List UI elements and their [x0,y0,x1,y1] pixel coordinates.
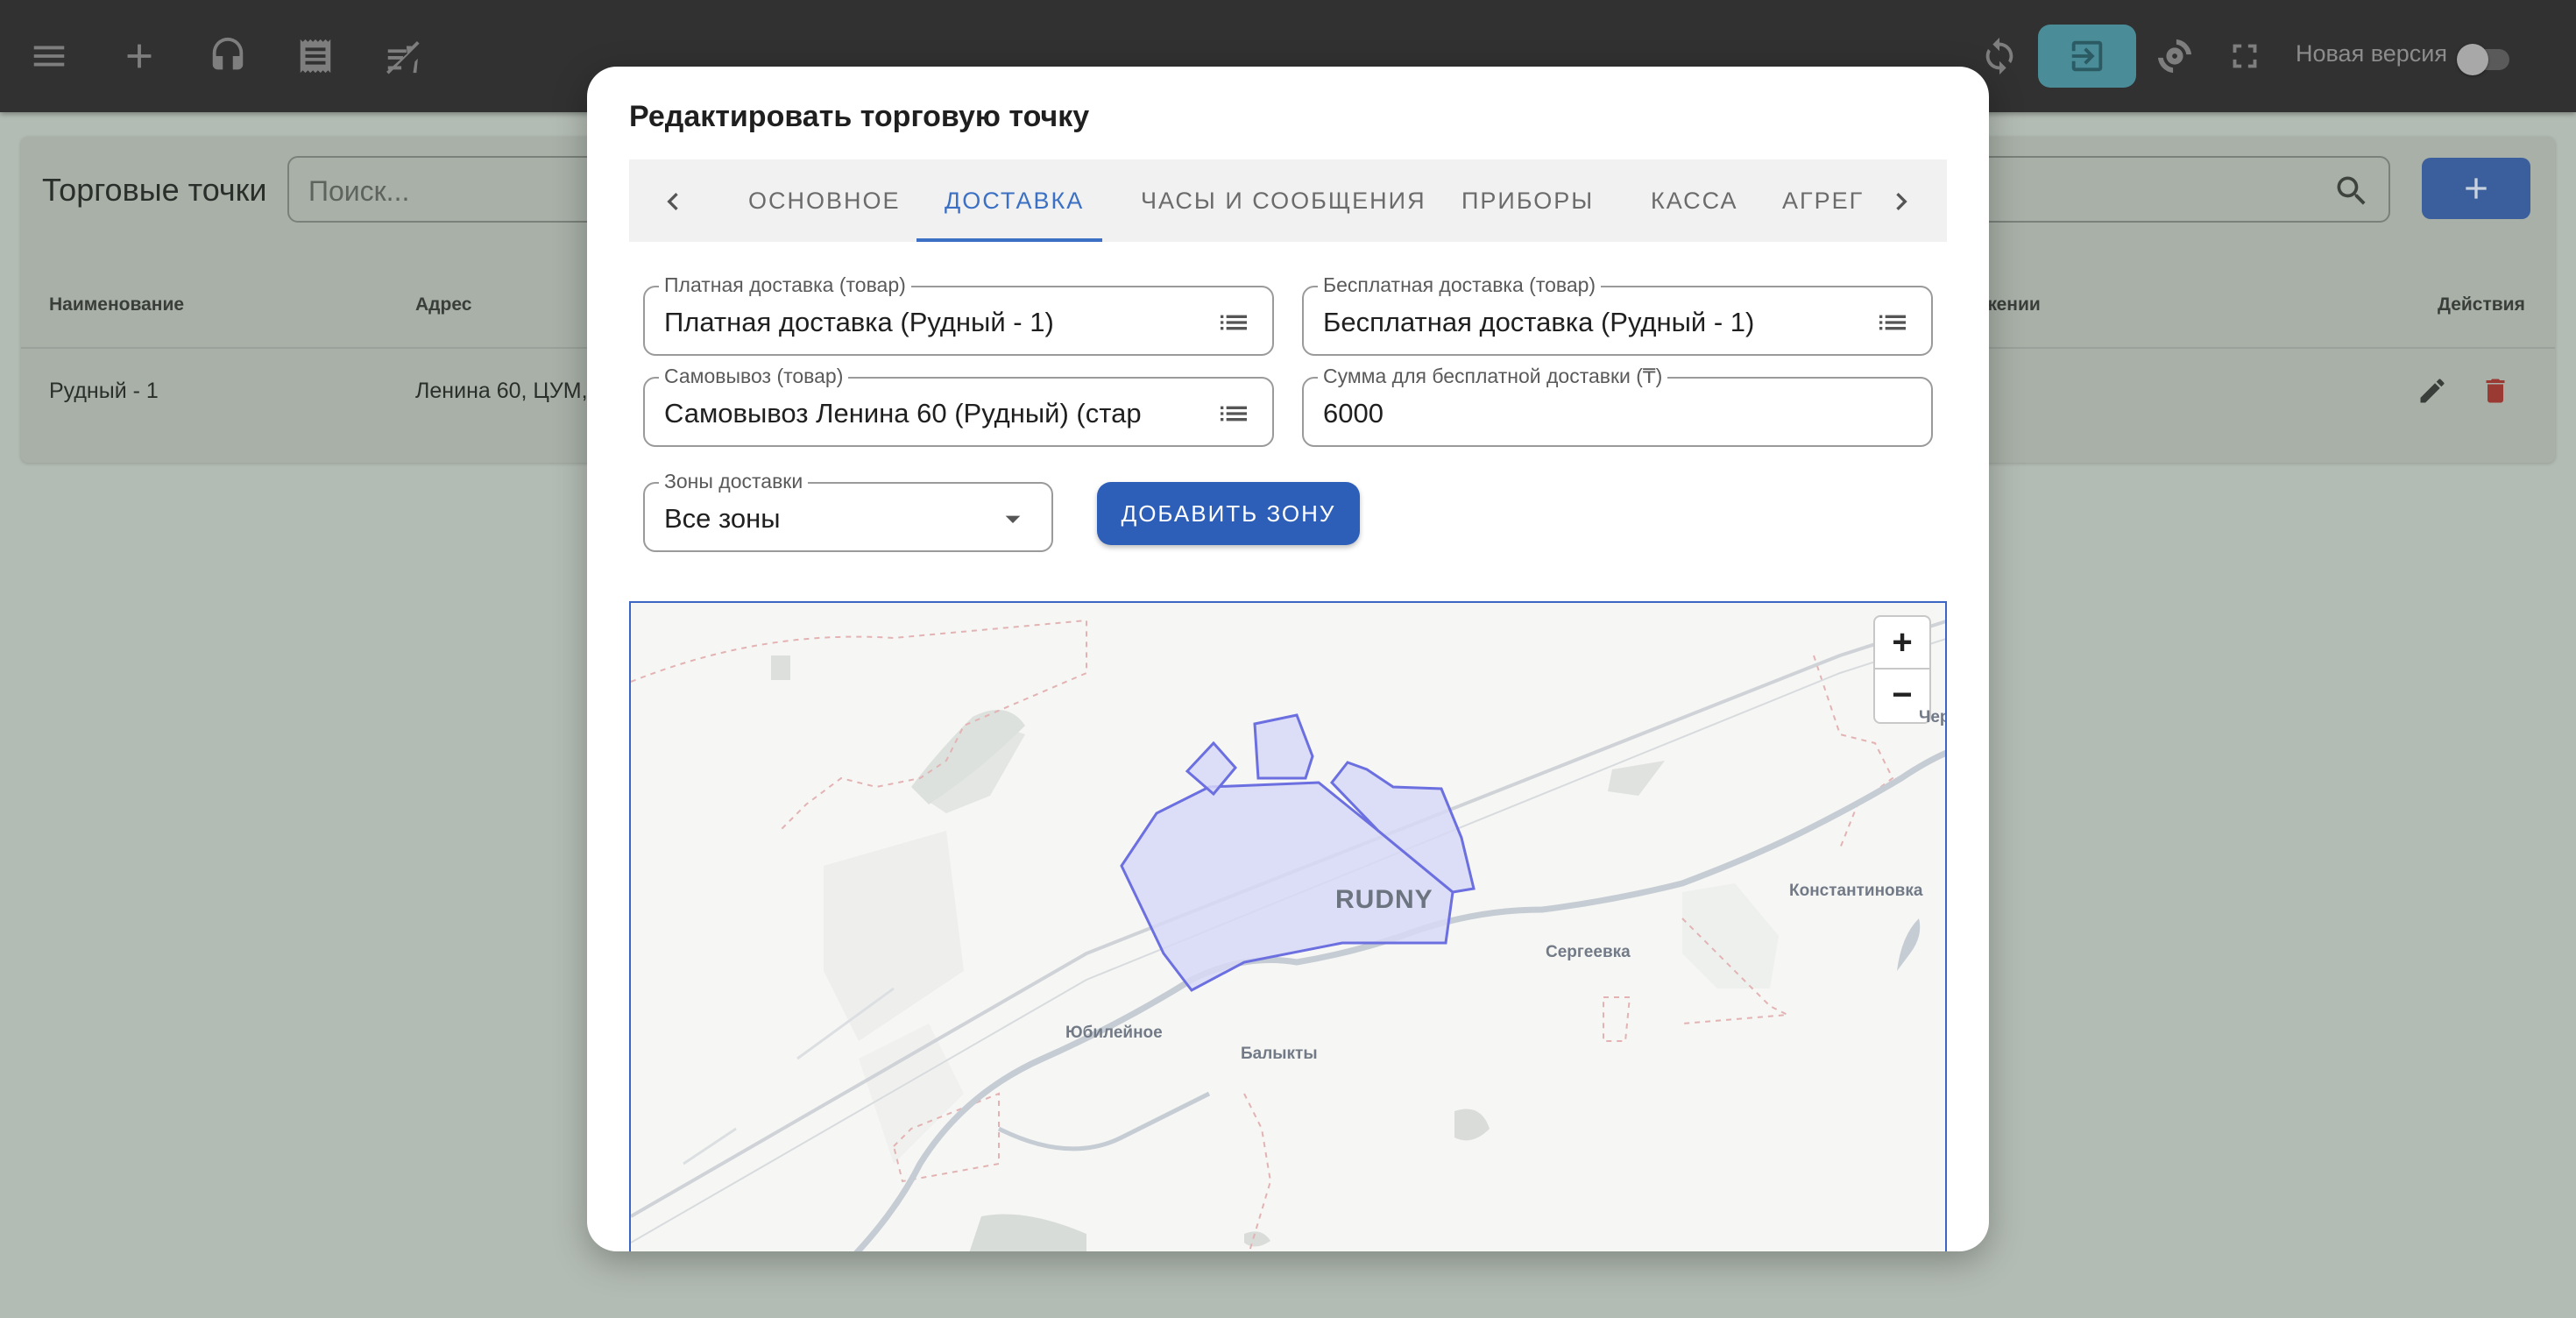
paid-delivery-value: Платная доставка (Рудный - 1) [664,307,1054,337]
delivery-map[interactable]: + − RUDNY Константиновка Сергеевка Юбиле… [629,601,1947,1251]
free-delivery-threshold-field[interactable]: Сумма для бесплатной доставки (₸) 6000 [1302,365,1933,447]
receipt-icon[interactable] [291,32,340,81]
headset-icon[interactable] [203,32,252,81]
add-point-button[interactable] [2422,158,2530,219]
dialog-title: Редактировать торговую точку [629,100,1090,133]
exit-icon [2071,40,2103,72]
tab-aggregators[interactable]: АГРЕГ [1782,188,1864,215]
add-zone-button[interactable]: ДОБАВИТЬ ЗОНУ [1097,482,1360,545]
map-canvas [631,619,1945,1251]
search-icon[interactable] [2332,172,2371,210]
paid-delivery-label: Платная доставка (товар) [659,273,911,297]
list-icon[interactable] [1216,396,1251,431]
fullscreen-icon[interactable] [2220,32,2269,81]
edit-point-dialog: Редактировать торговую точку ОСНОВНОЕ ДО… [587,67,1989,1251]
tab-main[interactable]: ОСНОВНОЕ [748,188,901,215]
free-delivery-label: Бесплатная доставка (товар) [1318,273,1602,297]
list-icon[interactable] [1875,305,1910,340]
free-delivery-threshold-value: 6000 [1323,398,1384,429]
settings-icon[interactable] [2150,32,2199,81]
add-icon[interactable] [115,32,164,81]
tab-scroll-left-icon[interactable] [652,181,694,223]
exit-button[interactable] [2038,25,2136,88]
pickup-field[interactable]: Самовывоз (товар) Самовывоз Ленина 60 (Р… [643,365,1274,447]
paid-delivery-field[interactable]: Платная доставка (товар) Платная доставк… [643,273,1274,356]
column-header-partial: жении [1984,294,2041,315]
add-icon [2466,178,2487,199]
free-delivery-field[interactable]: Бесплатная доставка (товар) Бесплатная д… [1302,273,1933,356]
edit-icon[interactable] [2417,375,2448,407]
delivery-zones-label: Зоны доставки [659,470,809,493]
delivery-zones-value: Все зоны [664,503,781,534]
zoom-in-button[interactable]: + [1875,617,1929,668]
column-header-name[interactable]: Наименование [49,294,184,315]
map-place-label: Константиновка [1789,882,1923,900]
column-header-actions: Действия [2438,294,2525,315]
tab-cashbox[interactable]: КАССА [1651,188,1738,215]
map-place-label: Балыкты [1241,1045,1318,1063]
search-placeholder: Поиск... [308,175,410,207]
sync-icon[interactable] [1975,32,2024,81]
list-icon[interactable] [1216,305,1251,340]
page-title: Торговые точки [42,172,267,208]
tab-bar: ОСНОВНОЕ ДОСТАВКА ЧАСЫ И СООБЩЕНИЯ ПРИБО… [629,159,1947,242]
menu-icon[interactable] [25,32,74,81]
tab-devices[interactable]: ПРИБОРЫ [1461,188,1594,215]
pickup-value: Самовывоз Ленина 60 (Рудный) (стар [664,398,1142,429]
map-city-label: RUDNY [1335,885,1433,914]
tab-clip: АГРЕГ [1782,159,1877,242]
tab-delivery[interactable]: ДОСТАВКА [945,188,1084,215]
free-delivery-value: Бесплатная доставка (Рудный - 1) [1323,307,1755,337]
active-tab-indicator [916,238,1102,242]
dropdown-arrow-icon[interactable] [995,501,1030,536]
new-version-label: Новая версия [2296,40,2447,67]
tab-scroll-right-icon[interactable] [1880,181,1922,223]
pickup-label: Самовывоз (товар) [659,365,849,388]
column-header-address[interactable]: Адрес [415,294,471,315]
new-version-toggle[interactable] [2457,42,2509,75]
no-food-icon[interactable] [379,32,428,81]
map-place-label: Сергеевка [1546,943,1631,961]
tab-hours-messages[interactable]: ЧАСЫ И СООБЩЕНИЯ [1141,188,1426,215]
delete-icon[interactable] [2480,375,2511,407]
row-address: Ленина 60, ЦУМ, [415,379,588,403]
map-place-label: Чер [1919,708,1947,726]
map-place-label: Юбилейное [1065,1024,1163,1042]
row-name: Рудный - 1 [49,379,159,403]
delivery-zones-select[interactable]: Зоны доставки Все зоны [643,470,1053,552]
free-delivery-threshold-label: Сумма для бесплатной доставки (₸) [1318,365,1668,388]
